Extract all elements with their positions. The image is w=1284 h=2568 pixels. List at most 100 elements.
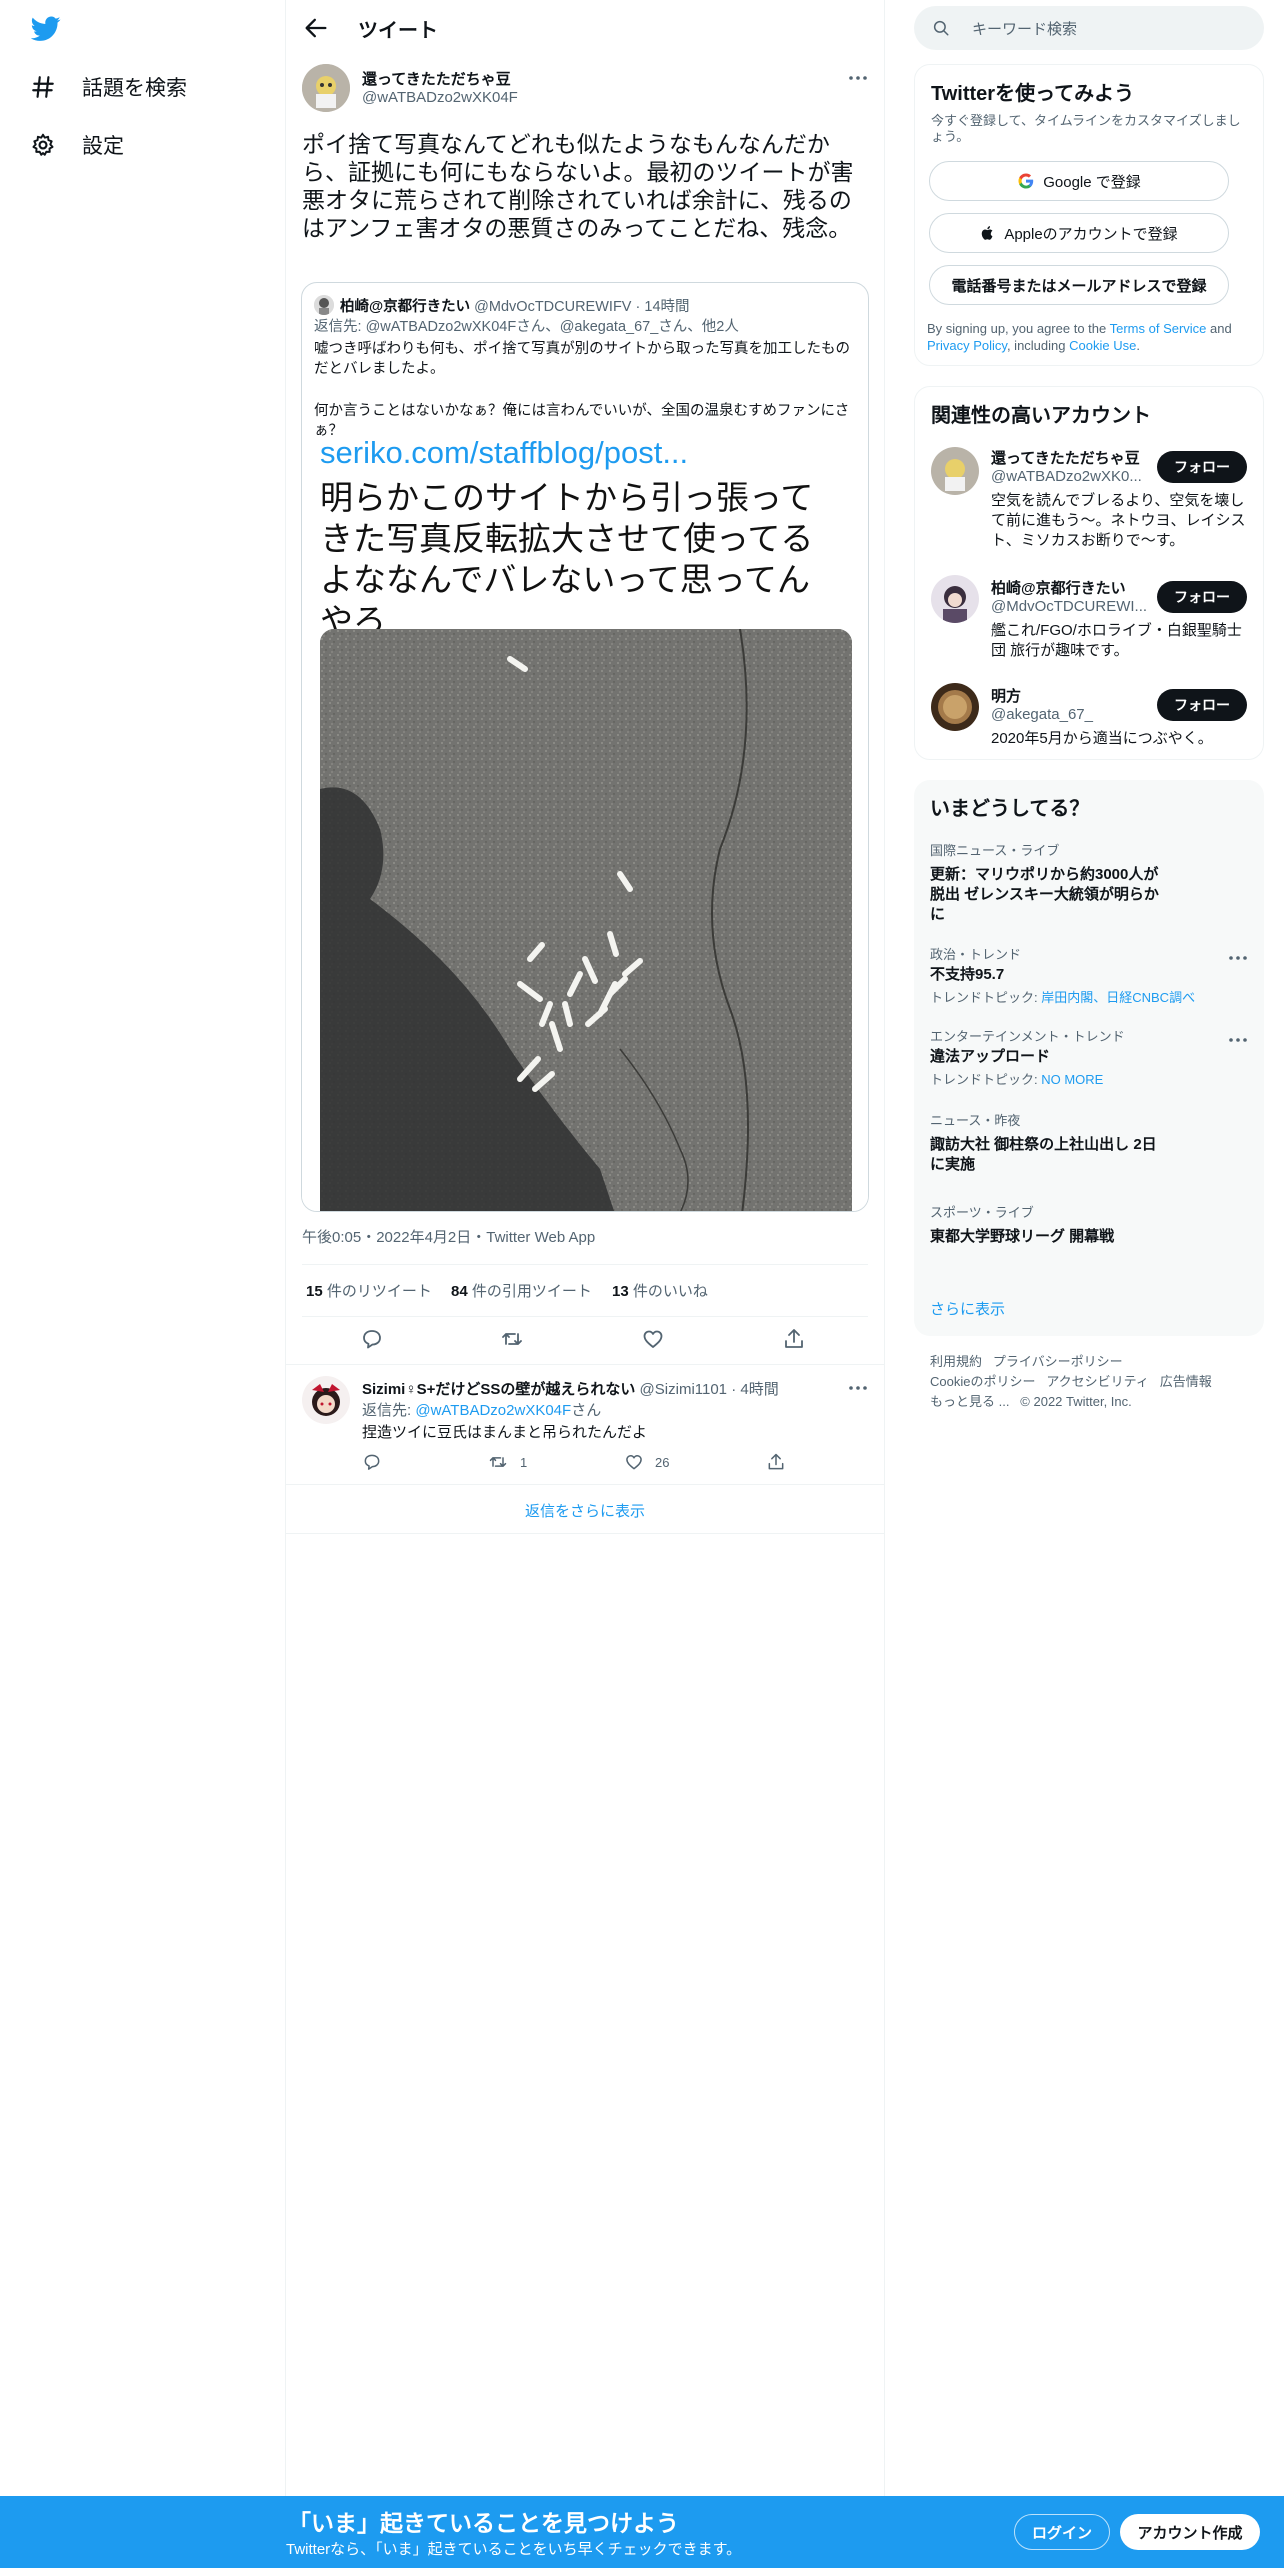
quote-text-1: 嘘つき呼ばわりも何も、ポイ捨て写真が別のサイトから取った写真を加工したものだとバ… — [314, 341, 851, 377]
related-avatar-3[interactable] — [931, 683, 979, 731]
like-count[interactable]: 13 件のいいね — [612, 1280, 708, 1301]
follow-button-3[interactable]: フォロー — [1157, 689, 1247, 721]
related-name-2[interactable]: 柏崎@京都行きたい — [991, 577, 1126, 598]
footer-link-more[interactable]: もっと見る ... — [930, 1394, 1009, 1409]
cookie-use-link[interactable]: Cookie Use — [1069, 338, 1136, 353]
quote-avatar-image — [314, 295, 334, 315]
related-name-1[interactable]: 還ってきたただちゃ豆 — [991, 447, 1140, 468]
create-account-button[interactable]: アカウント作成 — [1120, 2514, 1260, 2550]
related-avatar-2[interactable] — [931, 575, 979, 623]
reply-icon[interactable] — [362, 1452, 382, 1472]
nav-explore-label: 話題を検索 — [82, 77, 187, 100]
phone-signup-button[interactable]: 電話番号またはメールアドレスで登録 — [929, 265, 1229, 305]
trend-category: 政治・トレンド — [930, 947, 1022, 962]
quote-text-2: 何か言うことはないかなぁ？俺には言わんでいいが、全国の温泉むすめファンにさぁ？ — [314, 403, 850, 439]
share-icon[interactable] — [782, 1327, 806, 1351]
reply-author-handle[interactable]: @Sizimi1101 — [640, 1381, 727, 1398]
terms-of-service-link[interactable]: Terms of Service — [1110, 321, 1207, 336]
related-name-3[interactable]: 明方 — [991, 685, 1021, 706]
author-name[interactable]: 還ってきたただちゃ豆 — [362, 68, 511, 89]
apple-signup-button[interactable]: Appleのアカウントで登録 — [929, 213, 1229, 253]
trend-item-1[interactable]: 国際ニュース・ライブ 更新：マリウポリから約3000人が脱出 ゼレンスキー大統領… — [930, 840, 1170, 925]
column-divider — [285, 0, 286, 2496]
page-header: ツイート — [286, 0, 884, 54]
divider — [286, 1484, 884, 1485]
retweet-count[interactable]: 15 件のリツイート — [306, 1280, 432, 1301]
reply-icon[interactable] — [360, 1327, 384, 1351]
nav-settings[interactable]: 設定 — [30, 125, 124, 165]
google-signup-label: Google で登録 — [1043, 173, 1141, 191]
like-count-number: 13 — [612, 1283, 629, 1300]
quote-author-handle: @MdvOcTDCUREWIFV — [474, 299, 632, 315]
footer-link-ads[interactable]: 広告情報 — [1160, 1374, 1212, 1389]
follow-button-2[interactable]: フォロー — [1157, 581, 1247, 613]
related-handle-3[interactable]: @akegata_67_ — [991, 706, 1093, 723]
footer-link-accessibility[interactable]: アクセシビリティ — [1046, 1374, 1149, 1389]
more-icon[interactable] — [1226, 1028, 1250, 1052]
login-button[interactable]: ログイン — [1014, 2514, 1110, 2550]
footer-link-privacy[interactable]: プライバシーポリシー — [993, 1354, 1123, 1369]
quote-header: 柏崎@京都行きたい @MdvOcTDCUREWIFV · 14時間 — [340, 295, 690, 316]
quote-count-label: 件の引用ツイート — [467, 1283, 592, 1300]
related-handle-1[interactable]: @wATBADzo2wXK0... — [991, 468, 1142, 485]
show-more-replies[interactable]: 返信をさらに表示 — [286, 1500, 884, 1521]
twitter-bird-icon[interactable] — [31, 16, 61, 42]
trend-item-2[interactable]: 政治・トレンド 不支持95.7 トレンドトピック: 岸田内閣、日経CNBC調べ — [930, 944, 1230, 1006]
more-icon[interactable] — [846, 1376, 870, 1400]
related-handle-2[interactable]: @MdvOcTDCUREWI... — [991, 598, 1147, 615]
related-avatar-1[interactable] — [931, 447, 979, 495]
divider — [302, 1316, 868, 1317]
reply-prefix: 返信先: — [362, 1402, 416, 1419]
footer-links: 利用規約 プライバシーポリシー Cookieのポリシー アクセシビリティ 広告情… — [930, 1352, 1260, 1412]
search-placeholder: キーワード検索 — [972, 21, 1078, 38]
footer-link-terms[interactable]: 利用規約 — [930, 1354, 982, 1369]
trend-item-3[interactable]: エンターテインメント・トレンド 違法アップロード トレンドトピック: NO MO… — [930, 1026, 1230, 1088]
related-avatar-2-image — [931, 575, 979, 623]
author-handle[interactable]: @wATBADzo2wXK04F — [362, 89, 518, 106]
retweet-icon[interactable] — [488, 1452, 508, 1472]
tweet-text: ポイ捨て写真なんてどれも似たようなもんなんだから、証拠にも何にもならないよ。最初… — [302, 131, 854, 241]
tweet-timestamp[interactable]: 午後0:05・2022年4月2日・Twitter Web App — [302, 1226, 595, 1247]
reply-author-name[interactable]: Sizimi♀S+だけどSSの壁が越えられない — [362, 1381, 635, 1398]
reply-suffix: さん — [571, 1402, 602, 1419]
trend-item-4[interactable]: ニュース・昨夜 諏訪大社 御柱祭の上社山出し 2日に実施 — [930, 1110, 1170, 1175]
trend-item-5[interactable]: スポーツ・ライブ 東都大学野球リーグ 開幕戦 — [930, 1202, 1230, 1247]
reply-retweet-count: 1 — [520, 1455, 528, 1470]
retweet-icon[interactable] — [500, 1327, 524, 1351]
avatar[interactable] — [302, 64, 350, 112]
footer-link-cookie[interactable]: Cookieのポリシー — [930, 1374, 1035, 1389]
separator-dot: · — [731, 1381, 737, 1398]
like-icon[interactable] — [624, 1452, 644, 1472]
image-caption: 明らかこのサイトから引っ張ってきた写真反転拡大させて使ってるよななんでバレないっ… — [320, 479, 814, 639]
nav-explore[interactable]: 話題を検索 — [30, 67, 187, 107]
like-icon[interactable] — [641, 1327, 665, 1351]
footer-copyright: © 2022 Twitter, Inc. — [1020, 1394, 1132, 1409]
trends-show-more[interactable]: さらに表示 — [930, 1298, 1005, 1319]
apple-signup-label: Appleのアカウントで登録 — [1004, 225, 1178, 243]
quoted-tweet[interactable]: 柏崎@京都行きたい @MdvOcTDCUREWIFV · 14時間 返信先: @… — [301, 282, 869, 1212]
follow-button-1[interactable]: フォロー — [1157, 451, 1247, 483]
quote-media[interactable]: seriko.com/staffblog/post... 明らかこのサイトから引… — [302, 441, 868, 1211]
reply-to-link[interactable]: @wATBADzo2wXK04F — [415, 1402, 571, 1419]
arrow-left-icon[interactable] — [302, 14, 330, 42]
terms-end: . — [1136, 338, 1140, 353]
divider — [286, 1533, 884, 1534]
trend-title: 東都大学野球リーグ 開幕戦 — [930, 1228, 1115, 1245]
trend-topics-link[interactable]: 岸田内閣、日経CNBC調べ — [1041, 990, 1195, 1005]
retweet-count-label: 件のリツイート — [322, 1283, 432, 1300]
more-icon[interactable] — [846, 66, 870, 90]
banner-title: 「いま」起きていることを見つけよう — [288, 2510, 679, 2536]
share-icon[interactable] — [766, 1452, 786, 1472]
quote-avatar — [314, 295, 334, 315]
more-icon[interactable] — [1226, 946, 1250, 970]
privacy-policy-link[interactable]: Privacy Policy — [927, 338, 1007, 353]
quote-count[interactable]: 84 件の引用ツイート — [451, 1280, 592, 1301]
related-avatar-1-image — [931, 447, 979, 495]
trend-title: 違法アップロード — [930, 1048, 1051, 1065]
reply-time[interactable]: 4時間 — [740, 1381, 778, 1398]
reply-text: 捏造ツイに豆氏はまんまと吊られたんだよ — [362, 1424, 648, 1441]
search-box[interactable]: キーワード検索 — [914, 6, 1264, 50]
reply-avatar[interactable] — [302, 1376, 350, 1424]
trend-topics-link[interactable]: NO MORE — [1041, 1072, 1103, 1087]
google-signup-button[interactable]: Google で登録 — [929, 161, 1229, 201]
